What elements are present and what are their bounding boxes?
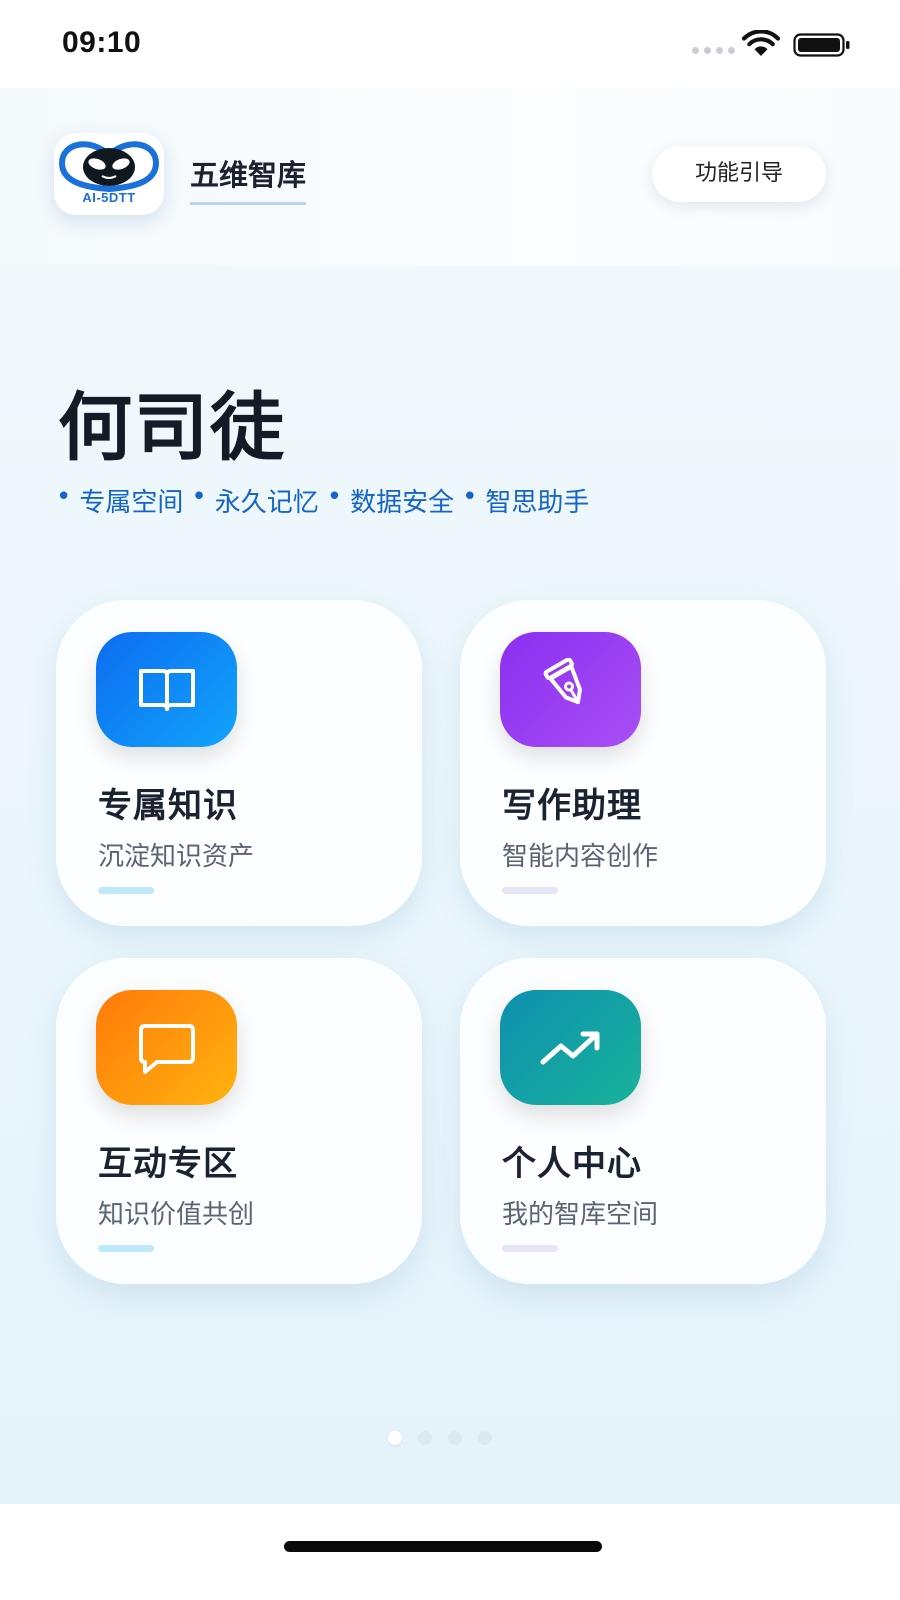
bottom-safe-area: [0, 1504, 900, 1600]
user-name: 何司徒: [58, 385, 286, 471]
card-accent-bar: [98, 1245, 154, 1252]
card-accent-bar: [98, 887, 154, 894]
app-logo: AI-5DTT: [54, 133, 164, 215]
card-interactive-zone[interactable]: 互动专区 知识价值共创: [56, 958, 422, 1284]
pen-icon: [543, 657, 582, 704]
page-dot[interactable]: [418, 1431, 432, 1445]
card-exclusive-knowledge[interactable]: 专属知识 沉淀知识资产: [56, 600, 422, 926]
status-bar: 09:10: [0, 0, 900, 90]
page-dot-active[interactable]: [388, 1431, 402, 1445]
card-subtitle: 我的智库空间: [502, 1200, 659, 1230]
card-title: 专属知识: [98, 786, 238, 826]
feature-item: 智思助手: [485, 488, 590, 518]
feature-item: 专属空间: [79, 488, 184, 518]
home-indicator[interactable]: [284, 1541, 602, 1552]
app-name: 五维智库: [190, 152, 307, 205]
chat-icon: [138, 1023, 195, 1074]
wifi-icon: [741, 30, 781, 56]
card-accent-bar: [502, 887, 558, 894]
feature-item: 数据安全: [350, 488, 455, 518]
card-icon-box: [96, 632, 237, 747]
cellular-signal-icon: [692, 47, 735, 54]
feature-tagline: • 专属空间 • 永久记忆 • 数据安全 • 智思助手: [56, 482, 590, 518]
page-dot[interactable]: [448, 1431, 462, 1445]
card-icon-box: [500, 632, 641, 747]
card-subtitle: 沉淀知识资产: [98, 842, 255, 872]
card-writing-assistant[interactable]: 写作助理 智能内容创作: [460, 600, 826, 926]
card-title: 互动专区: [98, 1144, 238, 1184]
feature-item: 永久记忆: [214, 488, 319, 518]
card-subtitle: 智能内容创作: [502, 842, 659, 872]
status-time: 09:10: [62, 26, 142, 59]
card-icon-box: [500, 990, 641, 1105]
feature-guide-button[interactable]: 功能引导: [652, 146, 826, 202]
card-accent-bar: [502, 1245, 558, 1252]
card-title: 个人中心: [502, 1144, 642, 1184]
page-dot[interactable]: [478, 1431, 492, 1445]
battery-icon: [793, 33, 850, 57]
card-subtitle: 知识价值共创: [98, 1200, 255, 1230]
trend-up-icon: [540, 1031, 599, 1064]
card-personal-center[interactable]: 个人中心 我的智库空间: [460, 958, 826, 1284]
logo-text: AI-5DTT: [82, 190, 136, 205]
card-title: 写作助理: [502, 786, 642, 826]
page-indicator: [388, 1431, 492, 1445]
card-icon-box: [96, 990, 237, 1105]
book-icon: [138, 668, 195, 711]
